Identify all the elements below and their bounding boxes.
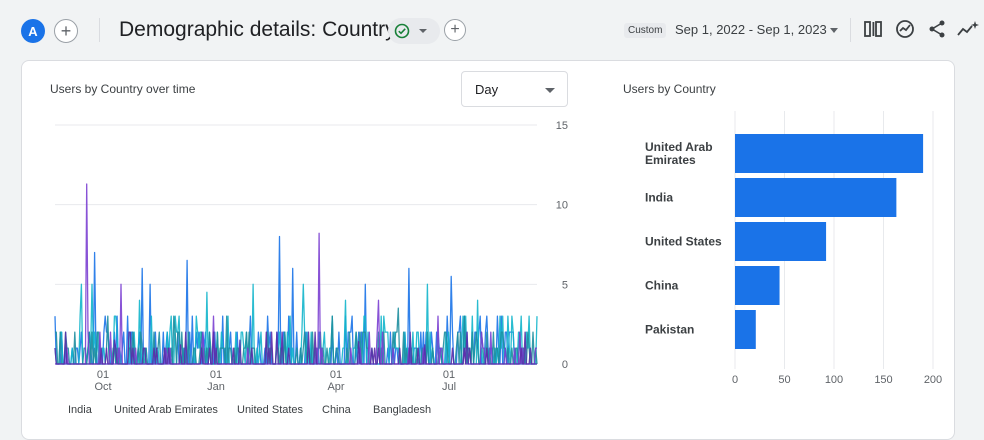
divider [99, 18, 100, 42]
x-tick-label: Oct [94, 381, 111, 393]
sparkle-icon[interactable] [956, 17, 980, 41]
data-quality-button[interactable] [388, 18, 440, 44]
x-tick-label: 0 [732, 374, 738, 386]
bar-chart-title: Users by Country [623, 82, 716, 96]
x-tick-label: 50 [778, 374, 790, 386]
x-tick-label: 01 [97, 369, 109, 381]
category-label: India [645, 191, 673, 205]
legend-entry: United Arab Emirates [114, 404, 218, 416]
bar-chart: 0 50 100 150 200 United ArabEmirates India Unit… [645, 111, 942, 386]
chevron-down-icon [545, 88, 555, 93]
report-card: Users by Country over time Day Users by … [21, 60, 955, 440]
category-label: Pakistan [645, 323, 694, 337]
share-icon[interactable] [925, 17, 949, 41]
compare-icon[interactable] [861, 17, 885, 41]
bar [735, 310, 756, 349]
bar [735, 134, 924, 173]
chevron-down-icon[interactable] [830, 28, 838, 33]
x-tick-label: Jan [207, 381, 225, 393]
x-tick-label: 01 [443, 369, 455, 381]
category-label: United Arab [645, 140, 713, 154]
legend-entry: United States [237, 404, 304, 416]
check-circle-icon [394, 23, 410, 39]
x-tick-label: 200 [924, 374, 942, 386]
legend-entry: China [322, 404, 352, 416]
granularity-value: Day [475, 81, 499, 97]
legend-entry: Bangladesh [373, 404, 431, 416]
divider [850, 18, 851, 42]
bar [735, 266, 780, 305]
line-chart: 05101501Oct01Jan01Apr01JulIndia United Ar… [54, 120, 568, 416]
x-tick-label: Apr [327, 381, 344, 393]
plus-icon: + [450, 21, 460, 38]
x-tick-label: 150 [874, 374, 892, 386]
report-header: A + Demographic details: Country + Custo… [0, 0, 984, 60]
page-title: Demographic details: Country [119, 18, 396, 41]
x-tick-label: Jul [442, 381, 456, 393]
legend-entry: India [68, 404, 93, 416]
bar [735, 222, 827, 261]
category-label: Emirates [645, 153, 696, 167]
add-comparison-button[interactable]: + [54, 19, 78, 43]
insights-icon[interactable] [893, 17, 917, 41]
x-tick-label: 01 [210, 369, 222, 381]
y-tick-label: 5 [562, 279, 568, 291]
bar [735, 178, 897, 217]
category-label: United States [645, 235, 722, 249]
granularity-select[interactable]: Day [461, 71, 568, 107]
date-preset-chip[interactable]: Custom [624, 23, 667, 38]
add-filter-button[interactable]: + [444, 19, 466, 41]
plus-icon: + [60, 21, 72, 41]
category-label: China [645, 279, 679, 293]
chevron-down-icon [419, 29, 427, 33]
y-tick-label: 10 [556, 200, 568, 212]
y-tick-label: 15 [556, 120, 568, 132]
account-avatar[interactable]: A [21, 19, 45, 43]
x-tick-label: 01 [330, 369, 342, 381]
line-chart-title: Users by Country over time [50, 82, 196, 96]
date-range-picker[interactable]: Sep 1, 2022 - Sep 1, 2023 [675, 22, 827, 37]
y-tick-label: 0 [562, 359, 568, 371]
x-tick-label: 100 [825, 374, 843, 386]
